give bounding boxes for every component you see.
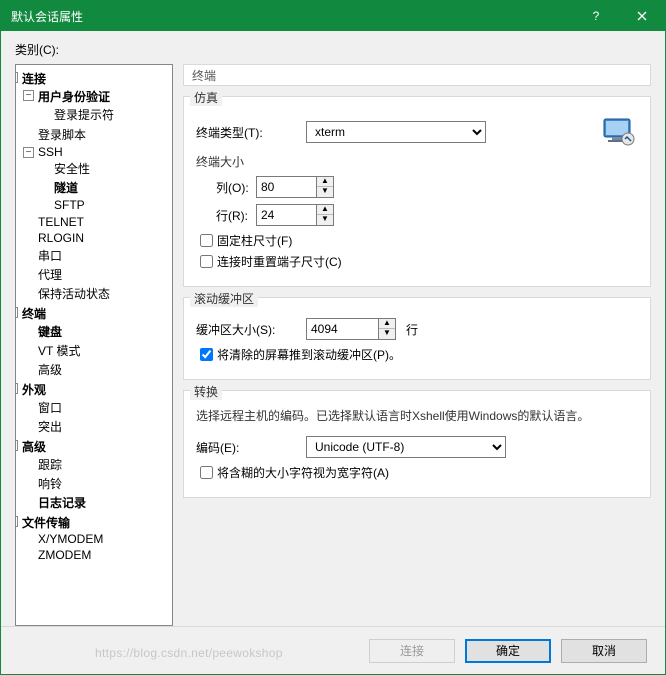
tree-toggle[interactable]: −	[15, 516, 18, 527]
category-tree[interactable]: −连接 −用户身份验证 登录提示符 登录脚本 −SSH 安全性 隧道	[15, 64, 173, 626]
tree-toggle[interactable]: −	[23, 147, 34, 158]
titlebar: 默认会话属性 ?	[1, 1, 665, 31]
cancel-button[interactable]: 取消	[561, 639, 647, 663]
tree-logging[interactable]: 日志记录	[36, 496, 88, 510]
push-cleared-checkbox[interactable]	[200, 348, 213, 361]
ambiguous-wide-label: 将含糊的大小字符视为宽字符(A)	[217, 464, 389, 481]
group-scrollback: 滚动缓冲区 缓冲区大小(S): ▲▼ 行 将清除的屏幕推到滚动缓冲区(P)。	[183, 297, 651, 380]
ok-button[interactable]: 确定	[465, 639, 551, 663]
buffer-spinner[interactable]: ▲▼	[306, 318, 396, 340]
fixed-cols-label: 固定柱尺寸(F)	[217, 232, 292, 249]
window-title: 默认会话属性	[11, 8, 573, 25]
tree-connection[interactable]: 连接	[20, 72, 48, 86]
tree-ssh[interactable]: SSH	[36, 145, 65, 159]
tree-advanced2[interactable]: 高级	[20, 440, 48, 454]
spin-down-icon[interactable]: ▼	[317, 187, 333, 197]
tree-appearance[interactable]: 外观	[20, 383, 48, 397]
reset-on-connect-checkbox[interactable]	[200, 255, 213, 268]
reset-on-connect-label: 连接时重置端子尺寸(C)	[217, 253, 342, 270]
panel-header: 终端	[183, 64, 651, 86]
spin-down-icon[interactable]: ▼	[317, 215, 333, 225]
tree-login-script[interactable]: 登录脚本	[36, 128, 88, 142]
tree-window[interactable]: 窗口	[36, 401, 64, 415]
cols-input[interactable]	[256, 176, 316, 198]
tree-security[interactable]: 安全性	[52, 162, 92, 176]
term-type-select[interactable]: xterm	[306, 121, 486, 143]
category-label: 类别(C):	[15, 41, 651, 58]
tree-toggle[interactable]: −	[15, 440, 18, 451]
tree-terminal[interactable]: 终端	[20, 307, 48, 321]
tree-toggle[interactable]: −	[23, 90, 34, 101]
tree-serial[interactable]: 串口	[36, 249, 64, 263]
tree-rlogin[interactable]: RLOGIN	[36, 231, 86, 245]
close-icon	[637, 11, 647, 21]
tree-filetransfer[interactable]: 文件传输	[20, 516, 72, 530]
tree-bell[interactable]: 响铃	[36, 477, 64, 491]
monitor-icon[interactable]	[602, 117, 638, 147]
buffer-input[interactable]	[306, 318, 378, 340]
encoding-label: 编码(E):	[196, 439, 306, 456]
push-cleared-label: 将清除的屏幕推到滚动缓冲区(P)。	[217, 346, 401, 363]
tree-highlight[interactable]: 突出	[36, 420, 64, 434]
ambiguous-wide-checkbox[interactable]	[200, 466, 213, 479]
button-bar: https://blog.csdn.net/peewokshop 连接 确定 取…	[1, 626, 665, 674]
tree-login-prompt[interactable]: 登录提示符	[52, 108, 116, 122]
translation-note: 选择远程主机的编码。已选择默认语言时Xshell使用Windows的默认语言。	[196, 407, 638, 424]
group-translation: 转换 选择远程主机的编码。已选择默认语言时Xshell使用Windows的默认语…	[183, 390, 651, 498]
tree-toggle[interactable]: −	[15, 383, 18, 394]
tree-zmodem[interactable]: ZMODEM	[36, 548, 93, 562]
rows-spinner[interactable]: ▲▼	[256, 204, 334, 226]
tree-proxy[interactable]: 代理	[36, 268, 64, 282]
cols-spinner[interactable]: ▲▼	[256, 176, 334, 198]
rows-label: 行(R):	[196, 207, 256, 224]
legend-emulation: 仿真	[190, 89, 222, 106]
term-size-label: 终端大小	[196, 153, 638, 170]
legend-translation: 转换	[190, 383, 222, 400]
tree-advanced[interactable]: 高级	[36, 363, 64, 377]
cols-label: 列(O):	[196, 179, 256, 196]
tree-keepalive[interactable]: 保持活动状态	[36, 287, 112, 301]
group-emulation: 仿真 终端类型(T): xterm	[183, 96, 651, 287]
buffer-unit: 行	[406, 321, 418, 338]
tree-sftp[interactable]: SFTP	[52, 198, 87, 212]
tree-tunnel[interactable]: 隧道	[52, 181, 80, 195]
spin-down-icon[interactable]: ▼	[379, 329, 395, 339]
buffer-label: 缓冲区大小(S):	[196, 321, 306, 338]
encoding-select[interactable]: Unicode (UTF-8)	[306, 436, 506, 458]
tree-vtmode[interactable]: VT 模式	[36, 344, 82, 358]
tree-keyboard[interactable]: 键盘	[36, 325, 64, 339]
help-button[interactable]: ?	[573, 1, 619, 31]
tree-toggle[interactable]: −	[15, 72, 18, 83]
tree-toggle[interactable]: −	[15, 307, 18, 318]
tree-xymodem[interactable]: X/YMODEM	[36, 532, 105, 546]
rows-input[interactable]	[256, 204, 316, 226]
close-button[interactable]	[619, 1, 665, 31]
legend-scrollback: 滚动缓冲区	[190, 290, 258, 307]
fixed-cols-checkbox[interactable]	[200, 234, 213, 247]
tree-telnet[interactable]: TELNET	[36, 215, 86, 229]
term-type-label: 终端类型(T):	[196, 124, 306, 141]
watermark: https://blog.csdn.net/peewokshop	[95, 646, 283, 660]
tree-trace[interactable]: 跟踪	[36, 458, 64, 472]
tree-auth[interactable]: 用户身份验证	[36, 90, 112, 104]
connect-button[interactable]: 连接	[369, 639, 455, 663]
